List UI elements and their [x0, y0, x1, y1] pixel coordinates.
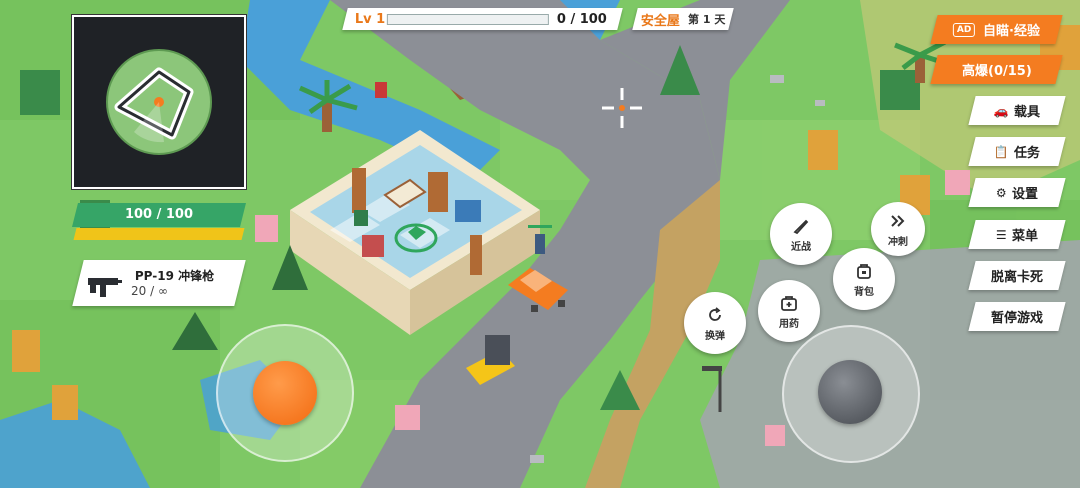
- ad-badge: AD: [952, 22, 976, 37]
- menu-button[interactable]: ☰ 菜单: [968, 220, 1066, 249]
- minimap[interactable]: [72, 15, 246, 189]
- clipboard-icon: 📋: [994, 144, 1009, 159]
- location-label: 安全屋: [640, 13, 680, 29]
- double-chevron-icon: [891, 214, 905, 227]
- settings-button[interactable]: ⚙ 设置: [968, 178, 1066, 207]
- bag-button[interactable]: 背包: [833, 248, 895, 310]
- move-joystick-knob[interactable]: [253, 361, 317, 425]
- pause-button[interactable]: 暂停游戏: [968, 302, 1066, 331]
- task-label: 任务: [1013, 146, 1040, 161]
- day-label: 第 1 天: [687, 13, 726, 26]
- medicine-button[interactable]: 用药: [758, 280, 820, 342]
- aim-joystick-knob[interactable]: [818, 360, 882, 424]
- reload-icon: [709, 306, 721, 321]
- weapon-panel[interactable]: PP-19 冲锋枪 20 / ∞: [72, 260, 246, 306]
- stamina-bar: [73, 228, 245, 240]
- reload-label: 换弹: [705, 330, 725, 342]
- knife-icon: [793, 219, 809, 234]
- health-bar: 100 / 100: [72, 203, 246, 227]
- unstuck-button[interactable]: 脱离卡死: [968, 261, 1066, 290]
- menu-label: 菜单: [1011, 229, 1038, 244]
- task-button[interactable]: 📋 任务: [968, 137, 1066, 166]
- vehicle-button[interactable]: 🚗 载具: [968, 96, 1066, 125]
- hamburger-icon: ☰: [996, 227, 1007, 242]
- weapon-ammo: 20 / ∞: [131, 284, 168, 298]
- unstuck-label: 脱离卡死: [990, 270, 1043, 285]
- pause-label: 暂停游戏: [990, 311, 1043, 326]
- medicine-label: 用药: [779, 318, 799, 330]
- weapon-name: PP-19 冲锋枪: [134, 269, 215, 283]
- xp-text: 0 / 100: [557, 11, 607, 27]
- dash-button[interactable]: 冲刺: [871, 202, 925, 256]
- car-icon: 🚗: [994, 103, 1009, 118]
- level-bar: Lv 1 0 / 100: [342, 8, 623, 30]
- medkit-icon: [781, 295, 797, 311]
- settings-label: 设置: [1011, 187, 1038, 202]
- high-explosive-button[interactable]: 高爆(0/15): [930, 55, 1063, 84]
- melee-button[interactable]: 近战: [770, 203, 832, 265]
- auto-aim-xp-button[interactable]: AD 自瞄·经验: [930, 15, 1063, 44]
- xp-progress-track: [387, 13, 549, 25]
- backpack-icon: [857, 263, 871, 279]
- smg-icon: [88, 278, 122, 297]
- high-explosive-label: 高爆(0/15): [961, 64, 1032, 79]
- gear-icon: ⚙: [996, 185, 1007, 200]
- minimap-view: [106, 49, 212, 155]
- reload-button[interactable]: 换弹: [684, 292, 746, 354]
- vehicle-label: 载具: [1013, 105, 1040, 120]
- level-label: Lv 1: [355, 11, 386, 27]
- health-text: 100 / 100: [124, 207, 194, 222]
- location-panel: 安全屋 第 1 天: [632, 8, 734, 30]
- bag-label: 背包: [854, 286, 874, 298]
- auto-aim-xp-label: 自瞄·经验: [983, 24, 1041, 39]
- melee-label: 近战: [791, 241, 811, 253]
- dash-label: 冲刺: [888, 236, 908, 248]
